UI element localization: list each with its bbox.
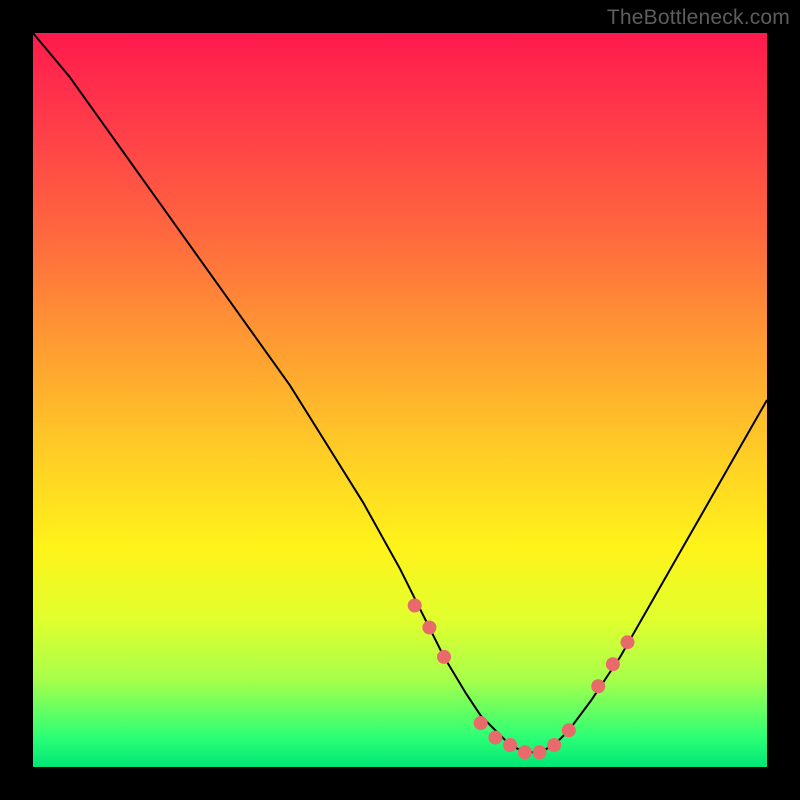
curve-marker [437, 650, 451, 664]
curve-marker [562, 723, 576, 737]
curve-marker [518, 745, 532, 759]
curve-marker [533, 745, 547, 759]
chart-svg [33, 33, 767, 767]
plot-area [33, 33, 767, 767]
chart-frame: TheBottleneck.com [0, 0, 800, 800]
bottleneck-curve [33, 33, 767, 752]
curve-marker [422, 621, 436, 635]
curve-marker [547, 738, 561, 752]
curve-marker [488, 731, 502, 745]
watermark-text: TheBottleneck.com [607, 6, 790, 30]
curve-marker [621, 635, 635, 649]
marker-group [408, 599, 635, 760]
curve-marker [474, 716, 488, 730]
curve-marker [591, 679, 605, 693]
curve-marker [408, 599, 422, 613]
curve-marker [503, 738, 517, 752]
curve-marker [606, 657, 620, 671]
